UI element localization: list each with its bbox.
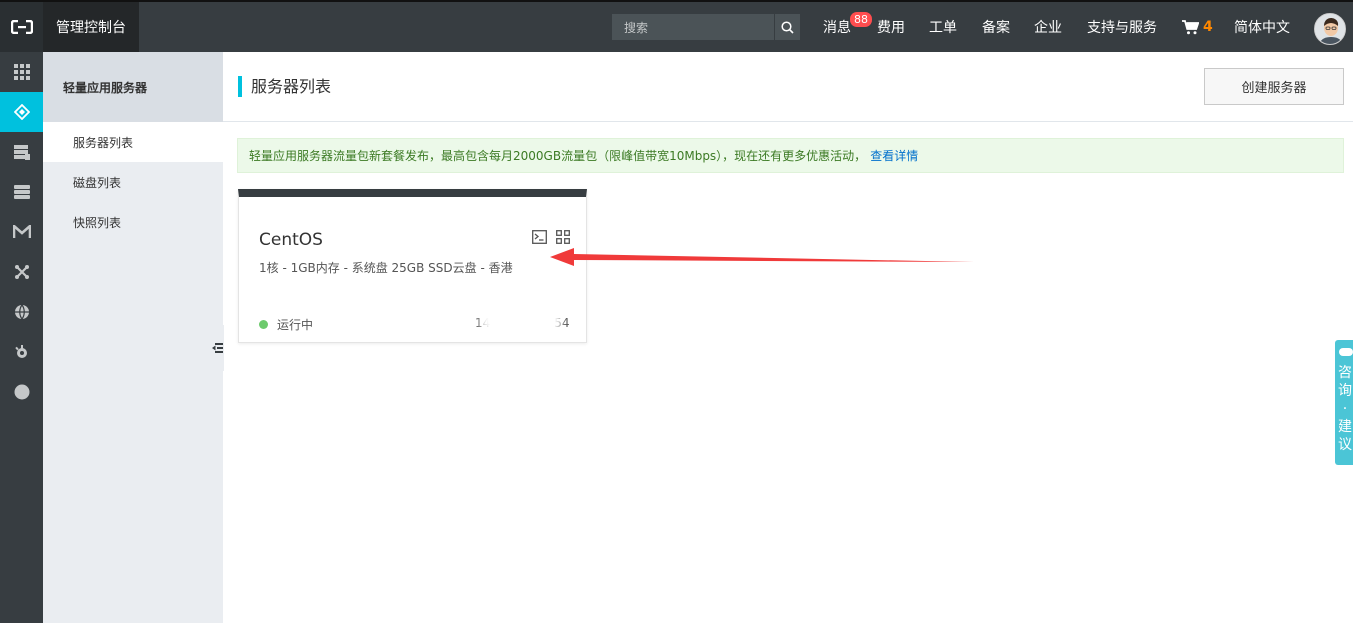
cart-count: 4 <box>1203 19 1213 35</box>
search-icon <box>781 20 794 34</box>
enterprise-label: 企业 <box>1034 20 1062 36</box>
user-avatar[interactable] <box>1314 13 1346 45</box>
aliyun-logo[interactable] <box>0 2 43 52</box>
status-running-dot <box>259 320 268 329</box>
sidebar-item-label: 磁盘列表 <box>73 175 122 190</box>
rail-globe[interactable] <box>0 292 43 332</box>
feedback-tab[interactable]: 咨 询 · 建 议 <box>1335 340 1353 465</box>
billing-label: 费用 <box>877 20 905 36</box>
secondary-sidebar: 轻量应用服务器 服务器列表 磁盘列表 快照列表 <box>43 52 223 623</box>
sidebar-item-snapshot-list[interactable]: 快照列表 <box>43 202 223 242</box>
nav-cart[interactable]: 4 <box>1182 2 1213 52</box>
server-stack-icon <box>13 185 30 199</box>
sidebar-item-disk-list[interactable]: 磁盘列表 <box>43 162 223 202</box>
nav-enterprise[interactable]: 企业 <box>1034 2 1062 52</box>
top-bar: 管理控制台 搜索 消息 88 费用 工单 备案 企业 支持与服务 4 简体中文 <box>0 0 1353 52</box>
nav-support[interactable]: 支持与服务 <box>1087 2 1157 52</box>
nav-messages[interactable]: 消息 88 <box>823 2 872 52</box>
search-button[interactable] <box>774 14 800 40</box>
logo-icon <box>10 20 33 34</box>
product-rail <box>0 52 43 623</box>
sidebar-title: 轻量应用服务器 <box>43 52 223 122</box>
rail-lighthouse[interactable] <box>0 92 43 132</box>
circle-icon <box>14 384 29 400</box>
server-specs: 1核 - 1GB内存 - 系统盘 25GB SSD云盘 - 香港 <box>259 261 513 275</box>
terminal-icon <box>532 230 547 244</box>
sidebar-item-label: 快照列表 <box>73 215 122 230</box>
notice-details-link[interactable]: 查看详情 <box>870 147 918 164</box>
rail-gear[interactable] <box>0 332 43 372</box>
m-icon <box>12 225 31 238</box>
rail-cross-arrows[interactable] <box>0 252 43 292</box>
messages-badge: 88 <box>850 12 872 27</box>
cross-arrows-icon <box>14 265 29 279</box>
feedback-char: · <box>1342 401 1348 417</box>
main-header: 服务器列表 创建服务器 <box>223 52 1353 122</box>
rail-database[interactable] <box>0 132 43 172</box>
sidebar-item-server-list[interactable]: 服务器列表 <box>43 122 223 162</box>
database-icon <box>13 145 30 160</box>
language-label: 简体中文 <box>1234 20 1290 36</box>
tickets-label: 工单 <box>929 20 957 36</box>
feedback-char: 询 <box>1338 383 1352 399</box>
server-name[interactable]: CentOS <box>259 230 323 250</box>
create-server-button[interactable]: 创建服务器 <box>1204 68 1344 105</box>
rail-m[interactable] <box>0 212 43 252</box>
collapse-icon <box>212 343 223 353</box>
feedback-char: 建 <box>1338 419 1352 435</box>
rail-grid[interactable] <box>0 52 43 92</box>
messages-label: 消息 <box>823 20 851 36</box>
server-card[interactable]: CentOS 1核 - 1GB内存 - 系统盘 25GB SSD云盘 - 香港 … <box>238 189 587 343</box>
nav-icp[interactable]: 备案 <box>982 2 1010 52</box>
nav-billing[interactable]: 费用 <box>877 2 905 52</box>
page-title: 服务器列表 <box>238 76 331 97</box>
globe-icon <box>14 304 29 320</box>
feedback-char: 议 <box>1338 437 1352 453</box>
nav-tickets[interactable]: 工单 <box>929 2 957 52</box>
sidebar-item-label: 服务器列表 <box>73 135 134 150</box>
nav-language[interactable]: 简体中文 <box>1234 2 1290 52</box>
rail-server-stack[interactable] <box>0 172 43 212</box>
status-label: 运行中 <box>277 318 314 332</box>
app-grid-icon <box>556 230 570 244</box>
avatar-icon <box>1315 14 1345 44</box>
feedback-char: 咨 <box>1338 365 1352 381</box>
cloud-icon <box>1339 348 1353 356</box>
server-status: 运行中 <box>259 316 313 333</box>
lighthouse-icon <box>13 104 30 120</box>
console-home-link[interactable]: 管理控制台 <box>43 2 139 52</box>
grid-icon <box>13 64 30 80</box>
search-box[interactable]: 搜索 <box>612 14 800 40</box>
support-label: 支持与服务 <box>1087 20 1157 36</box>
gear-icon <box>14 345 27 358</box>
rail-circle[interactable] <box>0 372 43 412</box>
remote-connect-button[interactable] <box>532 230 547 247</box>
cart-icon <box>1182 19 1199 34</box>
promo-notice: 轻量应用服务器流量包新套餐发布，最高包含每月2000GB流量包（限峰值带宽10M… <box>237 138 1344 173</box>
notice-text: 轻量应用服务器流量包新套餐发布，最高包含每月2000GB流量包（限峰值带宽10M… <box>249 149 867 163</box>
console-label: 管理控制台 <box>56 20 126 36</box>
red-arrow-annotation <box>550 248 974 266</box>
ip-redaction-blur <box>481 305 561 331</box>
icp-label: 备案 <box>982 20 1010 36</box>
search-input[interactable]: 搜索 <box>612 19 774 36</box>
